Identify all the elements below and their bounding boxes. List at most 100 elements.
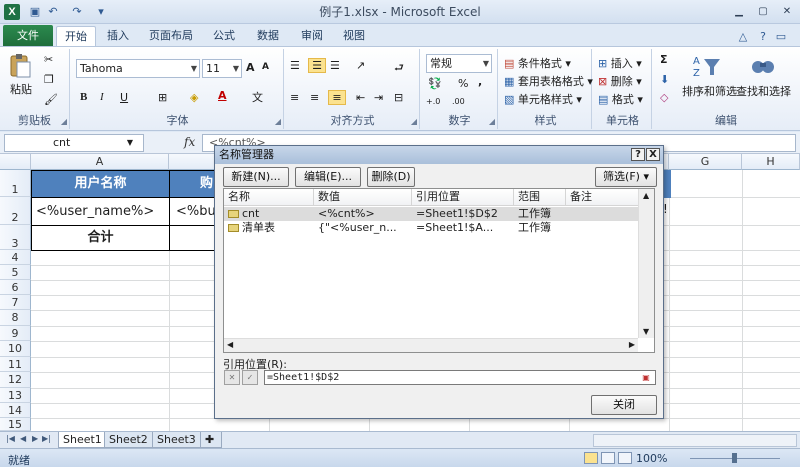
help-icon[interactable]: ? — [754, 29, 772, 45]
fill-color-icon[interactable]: ◈ — [190, 91, 198, 104]
row-header[interactable]: 2 — [0, 197, 31, 225]
tab-review[interactable]: 审阅 — [294, 26, 330, 47]
column-header[interactable]: A — [31, 154, 169, 170]
align-right-icon[interactable]: ≡ — [328, 90, 346, 105]
borders-icon[interactable]: ⊞ — [158, 91, 167, 104]
cancel-edit-icon[interactable]: ✕ — [224, 370, 240, 385]
scroll-right-icon[interactable]: ▶ — [629, 340, 635, 349]
row-header[interactable]: 7 — [0, 295, 31, 310]
minimize-icon[interactable]: ▁ — [728, 3, 750, 20]
autosum-button[interactable]: Σ — [660, 53, 668, 66]
italic-button[interactable]: I — [100, 91, 104, 103]
cell-a3[interactable]: 合计 — [31, 225, 170, 251]
align-middle-icon[interactable]: ☰ — [308, 58, 326, 73]
list-item[interactable]: 清单表 {"<%user_n... =Sheet1!$A... 工作簿 — [224, 221, 654, 235]
percent-button[interactable]: % — [458, 77, 468, 90]
names-list[interactable]: 名称 数值 引用位置 范围 备注 cnt <%cnt%> =Sheet1!$D$… — [223, 188, 655, 353]
currency-icon[interactable]: 💱 — [428, 77, 442, 90]
grow-font-button[interactable]: A — [246, 61, 255, 74]
tab-page-layout[interactable]: 页面布局 — [140, 26, 202, 47]
copy-icon[interactable]: ❐ — [44, 73, 54, 86]
select-all-corner[interactable] — [0, 154, 31, 170]
row-header[interactable]: 3 — [0, 225, 31, 250]
row-header[interactable]: 4 — [0, 250, 31, 265]
maximize-icon[interactable]: ▢ — [752, 3, 774, 20]
row-header[interactable]: 15 — [0, 418, 31, 431]
align-top-icon[interactable]: ☰ — [290, 59, 300, 72]
cut-icon[interactable]: ✂ — [44, 53, 53, 66]
list-horizontal-scrollbar[interactable]: ◀ ▶ — [224, 338, 638, 352]
font-name-select[interactable]: Tahoma ▼ — [76, 59, 200, 78]
wrap-text-icon[interactable]: ⮐ — [394, 59, 404, 78]
sheet-tab-sheet3[interactable]: Sheet3 — [152, 432, 201, 448]
increase-indent-icon[interactable]: ⇥ — [374, 91, 383, 104]
sheet-tab-sheet1[interactable]: Sheet1 — [58, 432, 107, 448]
horizontal-scrollbar[interactable] — [593, 434, 797, 447]
scroll-left-icon[interactable]: ◀ — [227, 340, 233, 349]
row-header[interactable]: 5 — [0, 265, 31, 280]
decrease-decimal-button[interactable]: .00 — [452, 97, 465, 106]
column-header[interactable]: H — [742, 154, 800, 170]
confirm-edit-icon[interactable]: ✓ — [242, 370, 258, 385]
dialog-help-button[interactable]: ? — [631, 148, 645, 161]
underline-button[interactable]: U — [120, 91, 128, 104]
launcher-icon[interactable]: ◢ — [275, 117, 281, 126]
tab-home[interactable]: 开始 — [56, 26, 96, 47]
edit-name-button[interactable]: 编辑(E)... — [295, 167, 361, 187]
tab-data[interactable]: 数据 — [250, 26, 286, 47]
align-left-icon[interactable]: ≡ — [290, 91, 299, 104]
row-header[interactable]: 9 — [0, 326, 31, 341]
next-sheet-icon[interactable]: ▶ — [32, 434, 38, 443]
decrease-indent-icon[interactable]: ⇤ — [356, 91, 365, 104]
delete-cells-button[interactable]: ⊠ 删除 ▾ — [598, 73, 642, 89]
row-header[interactable]: 14 — [0, 403, 31, 418]
tab-file[interactable]: 文件 — [3, 25, 53, 46]
tab-formulas[interactable]: 公式 — [206, 26, 242, 47]
fill-icon[interactable]: ⬇ — [660, 73, 669, 86]
window-restore-icon[interactable]: ▭ — [772, 29, 790, 45]
format-cells-button[interactable]: ▤ 格式 ▾ — [598, 91, 643, 107]
column-header-name[interactable]: 名称 — [224, 189, 314, 206]
filter-button[interactable]: 筛选(F) ▾ — [595, 167, 657, 187]
launcher-icon[interactable]: ◢ — [489, 117, 495, 126]
list-item[interactable]: cnt <%cnt%> =Sheet1!$D$2 工作簿 — [224, 207, 654, 221]
scroll-up-icon[interactable]: ▲ — [643, 191, 649, 200]
format-as-table-button[interactable]: ▦ 套用表格格式 ▾ — [504, 73, 593, 89]
bold-button[interactable]: B — [80, 91, 87, 103]
row-header[interactable]: 10 — [0, 341, 31, 357]
insert-function-button[interactable]: fx — [184, 135, 195, 149]
clear-icon[interactable]: ◇ — [660, 91, 668, 104]
increase-decimal-button[interactable]: +.0 — [426, 97, 440, 106]
cell-styles-button[interactable]: ▧ 单元格样式 ▾ — [504, 91, 582, 107]
merge-center-icon[interactable]: ⊟ — [394, 91, 403, 104]
cell-a2[interactable]: <%user_name%> — [31, 197, 170, 226]
minimize-ribbon-icon[interactable]: △ — [734, 29, 752, 45]
first-sheet-icon[interactable]: |◀ — [6, 434, 15, 443]
collapse-dialog-icon[interactable]: ▣ — [639, 371, 653, 384]
close-icon[interactable]: ✕ — [776, 3, 798, 20]
find-select-icon[interactable] — [750, 53, 776, 79]
row-header[interactable]: 1 — [0, 170, 31, 197]
list-vertical-scrollbar[interactable]: ▲ ▼ — [638, 189, 654, 338]
cell-a1[interactable]: 用户名称 — [31, 170, 170, 198]
row-header[interactable]: 6 — [0, 280, 31, 295]
delete-name-button[interactable]: 删除(D) — [367, 167, 415, 187]
row-header[interactable]: 8 — [0, 310, 31, 326]
name-box[interactable]: cnt ▼ — [4, 134, 144, 152]
page-layout-view-icon[interactable] — [601, 452, 615, 464]
align-bottom-icon[interactable]: ☰ — [330, 59, 340, 72]
prev-sheet-icon[interactable]: ◀ — [20, 434, 26, 443]
format-painter-icon[interactable]: 🖌 — [44, 93, 58, 106]
dialog-close-x-button[interactable]: X — [646, 148, 660, 161]
column-header-refers-to[interactable]: 引用位置 — [412, 189, 514, 206]
paste-button[interactable]: 粘贴 — [10, 81, 32, 97]
insert-sheet-icon[interactable]: ✚ — [200, 432, 222, 448]
new-name-button[interactable]: 新建(N)... — [223, 167, 289, 187]
row-header[interactable]: 13 — [0, 388, 31, 403]
insert-cells-button[interactable]: ⊞ 插入 ▾ — [598, 55, 642, 71]
refers-to-input[interactable]: =Sheet1!$D$2 — [264, 370, 656, 385]
sheet-tab-sheet2[interactable]: Sheet2 — [104, 432, 153, 448]
font-color-icon[interactable]: A — [218, 89, 227, 102]
last-sheet-icon[interactable]: ▶| — [42, 434, 51, 443]
orientation-icon[interactable]: ↗ — [356, 59, 365, 72]
